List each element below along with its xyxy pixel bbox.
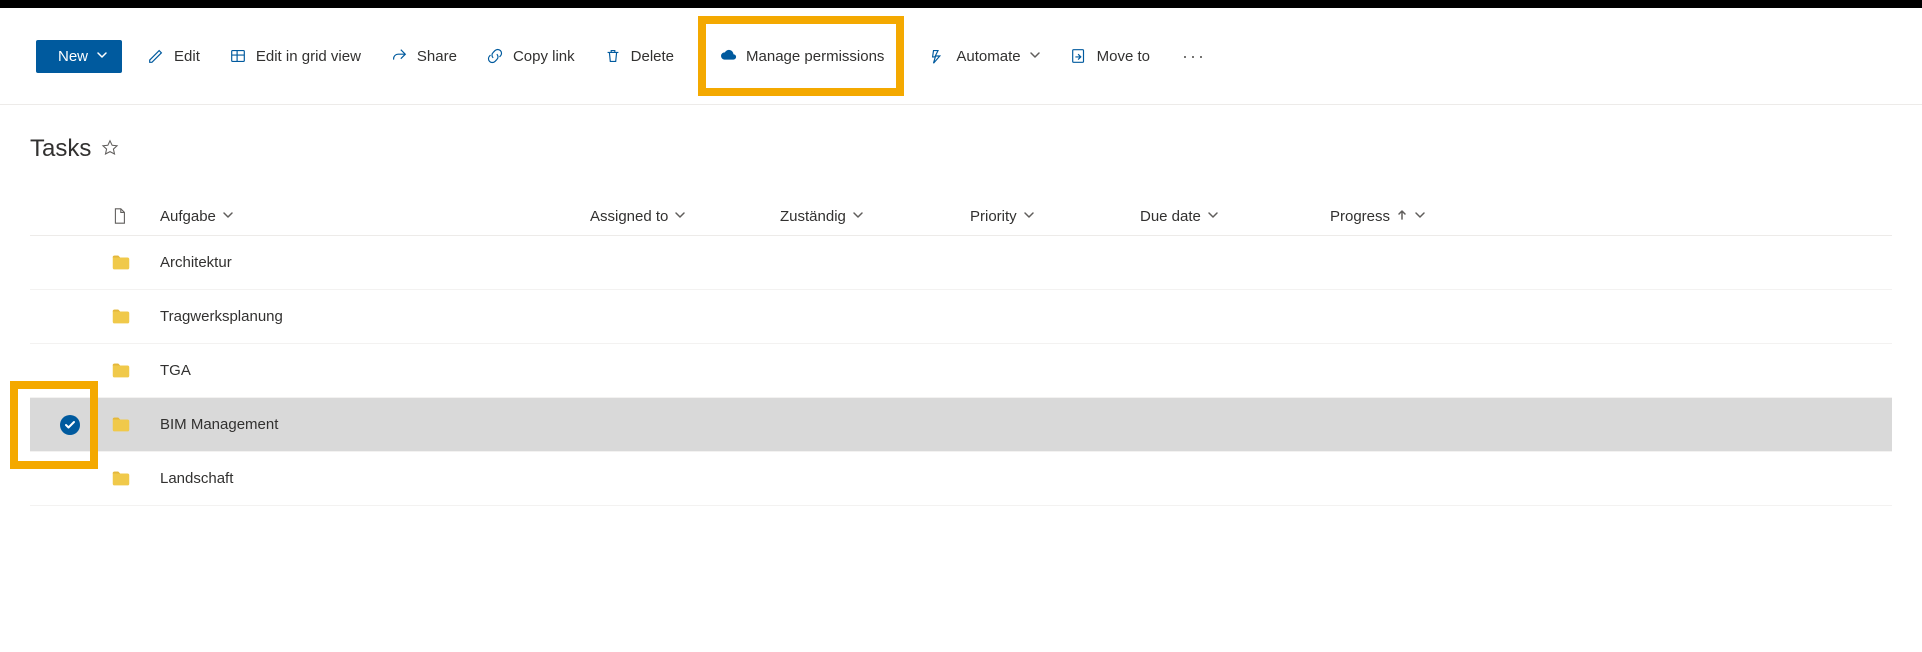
column-header-label: Due date [1140, 208, 1201, 225]
move-to-label: Move to [1097, 48, 1150, 65]
share-button[interactable]: Share [385, 40, 461, 72]
chevron-down-icon [852, 208, 864, 225]
column-header-priority[interactable]: Priority [970, 208, 1140, 225]
manage-permissions-button[interactable]: Manage permissions [714, 40, 888, 72]
folder-icon [110, 414, 160, 436]
grid-header-row: Aufgabe Assigned to Zuständig Priority [30, 197, 1892, 236]
column-header-assigned-to[interactable]: Assigned to [590, 208, 780, 225]
delete-button[interactable]: Delete [599, 40, 678, 72]
item-name-cell[interactable]: TGA [160, 362, 590, 379]
items-grid: Aufgabe Assigned to Zuständig Priority [30, 197, 1892, 506]
manage-permissions-label: Manage permissions [746, 48, 884, 65]
edit-in-grid-label: Edit in grid view [256, 48, 361, 65]
annotation-highlight-manage-permissions: Manage permissions [698, 16, 904, 96]
list-title: Tasks [30, 135, 91, 163]
share-label: Share [417, 48, 457, 65]
automate-button[interactable]: Automate [924, 40, 1044, 72]
copy-link-button[interactable]: Copy link [481, 40, 579, 72]
column-header-label: Priority [970, 208, 1017, 225]
folder-icon [110, 360, 160, 382]
row-select-toggle[interactable] [30, 415, 110, 435]
edit-in-grid-button[interactable]: Edit in grid view [224, 40, 365, 72]
main-content: Tasks Aufgabe Assigned to [0, 105, 1922, 506]
column-type-icon[interactable] [110, 207, 160, 225]
column-header-label: Assigned to [590, 208, 668, 225]
list-item[interactable]: TGA [30, 344, 1892, 398]
move-to-button[interactable]: Move to [1065, 40, 1154, 72]
column-header-label: Progress [1330, 208, 1390, 225]
list-item[interactable]: Landschaft [30, 452, 1892, 506]
flow-icon [928, 46, 948, 66]
chevron-down-icon [1207, 208, 1219, 225]
link-icon [485, 46, 505, 66]
chevron-down-icon [1414, 208, 1426, 225]
item-name: BIM Management [160, 416, 278, 433]
share-icon [389, 46, 409, 66]
item-name: Architektur [160, 254, 232, 271]
copy-link-label: Copy link [513, 48, 575, 65]
chevron-down-icon [674, 208, 686, 225]
column-header-due-date[interactable]: Due date [1140, 208, 1330, 225]
list-item[interactable]: Tragwerksplanung [30, 290, 1892, 344]
item-name-cell[interactable]: Architektur [160, 254, 590, 271]
column-header-label: Zuständig [780, 208, 846, 225]
item-name-cell[interactable]: Landschaft [160, 470, 590, 487]
chevron-down-icon [96, 48, 108, 65]
command-bar: New Edit Edit in grid view Share Copy li… [0, 8, 1922, 105]
chevron-down-icon [222, 208, 234, 225]
item-name-cell[interactable]: BIM Management [160, 416, 590, 433]
folder-icon [110, 252, 160, 274]
chevron-down-icon [1029, 48, 1041, 65]
selected-check-icon [60, 415, 80, 435]
item-name: TGA [160, 362, 191, 379]
column-header-label: Aufgabe [160, 208, 216, 225]
item-name-cell[interactable]: Tragwerksplanung [160, 308, 590, 325]
folder-icon [110, 306, 160, 328]
folder-icon [110, 468, 160, 490]
favorite-star-icon[interactable] [101, 139, 119, 160]
item-name: Landschaft [160, 470, 233, 487]
move-icon [1069, 46, 1089, 66]
chevron-down-icon [1023, 208, 1035, 225]
sort-ascending-icon [1396, 208, 1408, 225]
new-button-label: New [58, 48, 88, 65]
pencil-icon [146, 46, 166, 66]
grid-body: Architektur Tragwerksplanung TGA [30, 236, 1892, 506]
overflow-menu-button[interactable]: ··· [1174, 46, 1214, 67]
list-item[interactable]: Architektur [30, 236, 1892, 290]
edit-label: Edit [174, 48, 200, 65]
edit-button[interactable]: Edit [142, 40, 204, 72]
item-name: Tragwerksplanung [160, 308, 283, 325]
list-item-selected[interactable]: BIM Management [30, 398, 1892, 452]
cloud-permissions-icon [718, 46, 738, 66]
column-header-progress[interactable]: Progress [1330, 208, 1500, 225]
new-button[interactable]: New [36, 40, 122, 73]
column-header-aufgabe[interactable]: Aufgabe [160, 208, 590, 225]
automate-label: Automate [956, 48, 1020, 65]
grid-icon [228, 46, 248, 66]
window-titlebar-strip [0, 0, 1922, 8]
delete-label: Delete [631, 48, 674, 65]
trash-icon [603, 46, 623, 66]
column-header-zustandig[interactable]: Zuständig [780, 208, 970, 225]
list-title-row: Tasks [30, 135, 1892, 163]
